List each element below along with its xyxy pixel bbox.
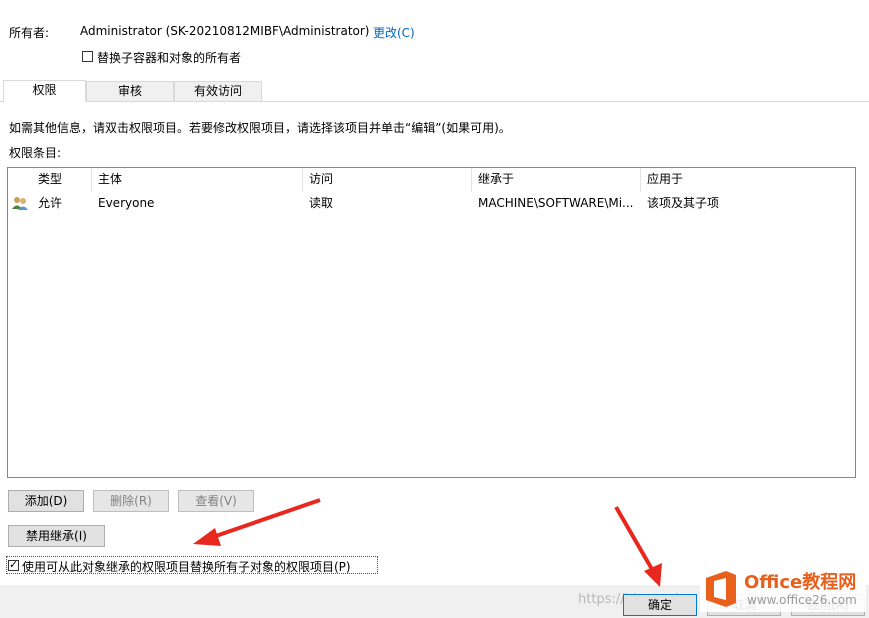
replace-owner-checkbox[interactable] bbox=[82, 51, 93, 62]
replace-child-permissions-label: 使用可从此对象继承的权限项目替换所有子对象的权限项目(P) bbox=[22, 560, 351, 574]
office-logo-icon bbox=[706, 571, 736, 607]
row-type: 允许 bbox=[38, 196, 63, 210]
row-access: 读取 bbox=[309, 196, 334, 210]
remove-button[interactable]: 删除(R) bbox=[93, 490, 169, 512]
owner-value: Administrator (SK-20210812MIBF\Administr… bbox=[80, 24, 370, 38]
tab-auditing[interactable]: 审核 bbox=[86, 81, 174, 101]
owner-label: 所有者: bbox=[9, 26, 50, 40]
ok-button[interactable]: 确定 bbox=[623, 594, 697, 616]
tabs-divider bbox=[0, 101, 869, 102]
office-logo: Office教程网 www.office26.com bbox=[700, 566, 866, 612]
tab-permissions[interactable]: 权限 bbox=[3, 80, 86, 102]
logo-brand: Office教程网 bbox=[744, 572, 857, 593]
add-button[interactable]: 添加(D) bbox=[8, 490, 84, 512]
replace-child-permissions-checkbox[interactable]: ✓ bbox=[8, 558, 19, 571]
change-owner-link[interactable]: 更改(C) bbox=[373, 24, 415, 41]
info-text: 如需其他信息，请双击权限项目。若要修改权限项目，请选择该项目并单击“编辑”(如果… bbox=[9, 121, 511, 135]
arrow-to-ok-icon bbox=[614, 505, 662, 587]
logo-url: www.office26.com bbox=[747, 593, 857, 607]
tab-effective-access[interactable]: 有效访问 bbox=[174, 81, 262, 101]
disable-inheritance-button[interactable]: 禁用继承(I) bbox=[8, 525, 105, 547]
users-icon bbox=[12, 195, 28, 211]
row-inherited-from: MACHINE\SOFTWARE\Mi... bbox=[478, 196, 634, 210]
table-row[interactable]: 允许 Everyone 读取 MACHINE\SOFTWARE\Mi... 该项… bbox=[8, 168, 855, 214]
checkmark-icon: ✓ bbox=[9, 558, 19, 571]
permission-entries-list[interactable]: 类型 主体 访问 继承于 应用于 允许 Everyone 读取 MACHINE\… bbox=[7, 167, 856, 478]
row-principal: Everyone bbox=[98, 196, 155, 210]
arrow-to-checkbox-icon bbox=[193, 498, 321, 546]
entries-label: 权限条目: bbox=[9, 146, 62, 160]
row-applies-to: 该项及其子项 bbox=[647, 196, 720, 210]
replace-owner-label: 替换子容器和对象的所有者 bbox=[97, 51, 242, 65]
